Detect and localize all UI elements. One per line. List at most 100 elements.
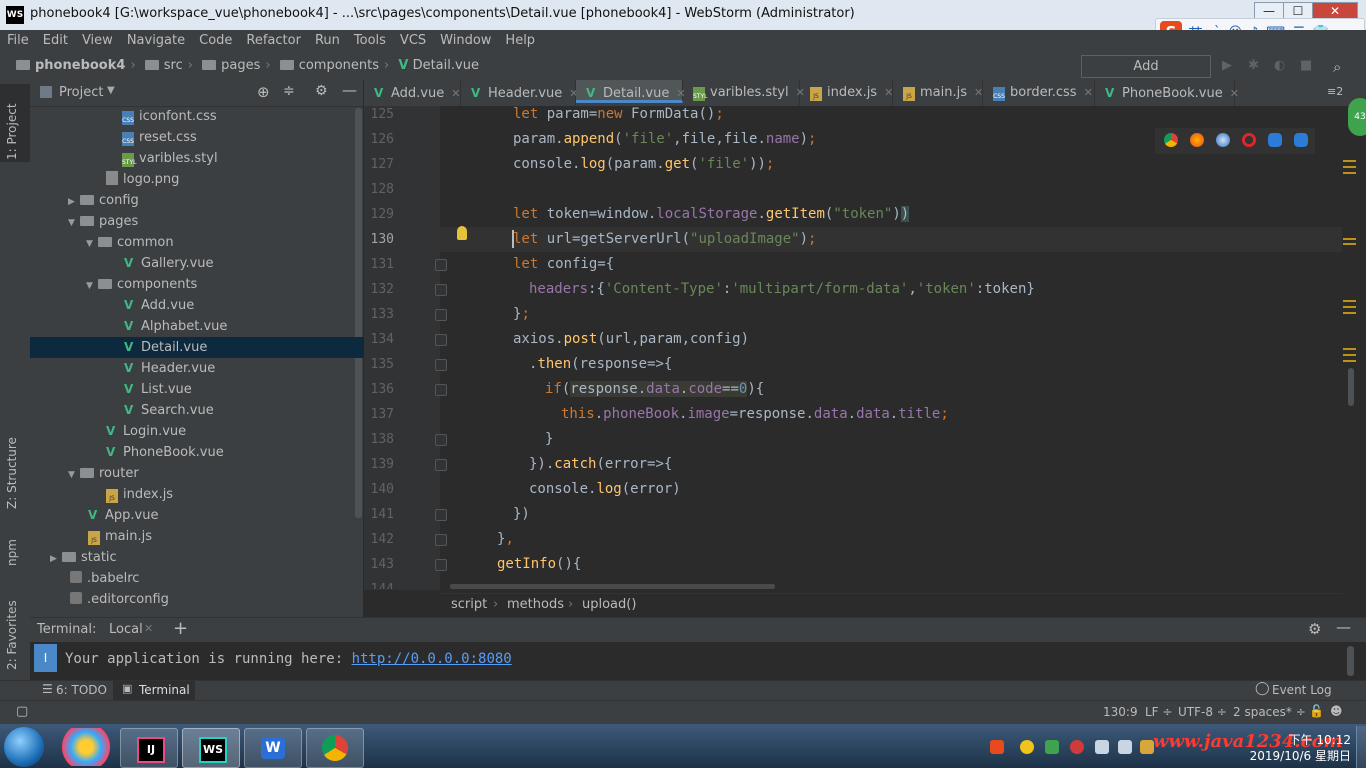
gear-icon[interactable]: ⚙ — [315, 83, 328, 99]
tree-folder[interactable]: ▼ pages — [30, 211, 401, 232]
todo-tool-tab[interactable]: 6: TODO — [56, 683, 107, 697]
crumb-file[interactable]: Detail.vue — [413, 58, 479, 73]
terminal-scrollbar[interactable] — [1347, 646, 1354, 676]
close-tab-icon[interactable]: ✕ — [144, 622, 153, 635]
app-tray-icon[interactable] — [1070, 740, 1084, 754]
security-tray-icon[interactable] — [1020, 740, 1034, 754]
crumb-components[interactable]: components — [299, 58, 379, 73]
warning-marker[interactable] — [1343, 348, 1356, 350]
tree-item[interactable]: V App.vue — [30, 505, 421, 526]
terminal-link[interactable]: http://0.0.0.0:8080 — [352, 651, 512, 667]
intellij-taskbar-button[interactable]: IJ — [120, 728, 178, 768]
inspector-icon[interactable]: ☻ — [1330, 704, 1343, 718]
tree-item[interactable]: JS main.js — [30, 526, 421, 547]
favorites-tool-tab[interactable]: 2: Favorites — [5, 585, 25, 670]
opera-icon[interactable] — [1242, 133, 1256, 147]
warning-marker[interactable] — [1343, 360, 1356, 362]
tree-item[interactable]: .babelrc — [30, 568, 403, 589]
photos-app-icon[interactable] — [58, 728, 114, 766]
start-button[interactable] — [4, 727, 44, 767]
tabs-overflow-button[interactable]: ≡2 — [1327, 85, 1343, 98]
sogou-tray-icon[interactable] — [990, 740, 1004, 754]
collapse-arrow-icon[interactable]: ▼ — [68, 213, 80, 234]
shield-tray-icon[interactable] — [1045, 740, 1059, 754]
search-icon[interactable]: ⌕ — [1333, 58, 1347, 76]
event-log-tool-tab[interactable]: Event Log — [1272, 683, 1332, 697]
fold-marker-icon[interactable] — [435, 559, 447, 571]
menu-refactor[interactable]: Refactor — [239, 30, 308, 52]
warning-marker[interactable] — [1343, 312, 1356, 314]
toggle-tool-windows-icon[interactable]: ▢ — [16, 704, 28, 719]
network-tray-icon[interactable] — [1118, 740, 1132, 754]
caret-position[interactable]: 130:9 — [1103, 705, 1138, 719]
tree-folder[interactable]: ▼ router — [30, 463, 401, 484]
usb-tray-icon[interactable] — [1095, 740, 1109, 754]
fold-marker-icon[interactable] — [435, 309, 447, 321]
horizontal-scrollbar[interactable] — [450, 584, 775, 589]
edge-icon[interactable] — [1294, 133, 1308, 147]
warning-marker[interactable] — [1343, 306, 1356, 308]
locate-icon[interactable]: ⊕ — [257, 83, 270, 101]
collapse-arrow-icon[interactable]: ▼ — [68, 465, 80, 486]
wps-taskbar-button[interactable]: W — [244, 728, 302, 768]
stop-icon[interactable]: ■ — [1300, 58, 1314, 73]
hide-panel-icon[interactable]: — — [342, 81, 357, 99]
tab-main-js[interactable]: JS main.js ✕ — [893, 80, 983, 106]
gear-icon[interactable]: ⚙ — [1308, 620, 1321, 638]
expand-arrow-icon[interactable]: ▶ — [68, 192, 80, 213]
tab-index-js[interactable]: JS index.js ✕ — [800, 80, 893, 106]
warning-marker[interactable] — [1343, 354, 1356, 356]
collapse-arrow-icon[interactable]: ▼ — [86, 234, 98, 255]
lightbulb-icon[interactable] — [457, 226, 467, 240]
crumb-script[interactable]: script — [451, 597, 487, 612]
close-tab-icon[interactable]: ✕ — [884, 86, 893, 99]
add-configuration-button[interactable]: Add Configuration... — [1081, 55, 1211, 95]
menu-edit[interactable]: Edit — [36, 30, 75, 52]
menu-code[interactable]: Code — [192, 30, 239, 52]
add-terminal-icon[interactable]: + — [173, 618, 188, 639]
safari-icon[interactable] — [1216, 133, 1230, 147]
tree-folder[interactable]: ▼ common — [30, 232, 419, 253]
close-tab-icon[interactable]: ✕ — [1230, 87, 1239, 100]
menu-window[interactable]: Window — [433, 30, 498, 52]
structure-tool-tab[interactable]: Z: Structure — [5, 427, 25, 509]
terminal-tab-local[interactable]: Local — [109, 622, 143, 637]
npm-tool-tab[interactable]: npm — [5, 526, 25, 566]
indent-setting[interactable]: 2 spaces* ÷ — [1233, 705, 1306, 719]
menu-run[interactable]: Run — [308, 30, 347, 52]
debug-icon[interactable]: ✱ — [1248, 58, 1262, 73]
warning-marker[interactable] — [1343, 160, 1356, 162]
menu-file[interactable]: File — [0, 30, 36, 52]
warning-marker[interactable] — [1343, 166, 1356, 168]
fold-marker-icon[interactable] — [435, 434, 447, 446]
expand-arrow-icon[interactable]: ▶ — [50, 549, 62, 570]
line-separator[interactable]: LF ÷ — [1145, 705, 1172, 719]
collapse-arrow-icon[interactable]: ▼ — [86, 276, 98, 297]
tree-folder[interactable]: ▶ config — [30, 190, 401, 211]
coverage-icon[interactable]: ◐ — [1274, 58, 1288, 73]
fold-marker-icon[interactable] — [435, 284, 447, 296]
project-view-selector[interactable]: Project — [59, 85, 103, 100]
fold-marker-icon[interactable] — [435, 259, 447, 271]
warning-marker[interactable] — [1343, 172, 1356, 174]
fold-marker-icon[interactable] — [435, 359, 447, 371]
ie-icon[interactable] — [1268, 133, 1282, 147]
tree-item[interactable]: .editorconfig — [30, 589, 403, 610]
menu-tools[interactable]: Tools — [347, 30, 393, 52]
crumb-methods[interactable]: methods — [507, 597, 564, 612]
warning-marker[interactable] — [1343, 243, 1356, 245]
menu-vcs[interactable]: VCS — [393, 30, 433, 52]
hide-panel-icon[interactable]: — — [1336, 618, 1351, 636]
run-icon[interactable]: ▶ — [1222, 58, 1236, 73]
show-desktop-button[interactable] — [1356, 726, 1366, 768]
crumb-pages[interactable]: pages — [221, 58, 260, 73]
lock-icon[interactable]: 🔓 — [1309, 704, 1324, 718]
terminal-tool-tab[interactable]: Terminal — [139, 683, 190, 697]
close-tab-icon[interactable]: ✕ — [974, 86, 983, 99]
editor-scrollbar[interactable] — [1348, 368, 1354, 406]
crumb-upload[interactable]: upload() — [582, 597, 636, 612]
collapse-all-icon[interactable]: ≑ — [283, 83, 295, 99]
menu-help[interactable]: Help — [498, 30, 542, 52]
crumb-project[interactable]: phonebook4 — [35, 58, 125, 73]
tab-border-css[interactable]: CSS border.css ✕ — [983, 80, 1095, 106]
